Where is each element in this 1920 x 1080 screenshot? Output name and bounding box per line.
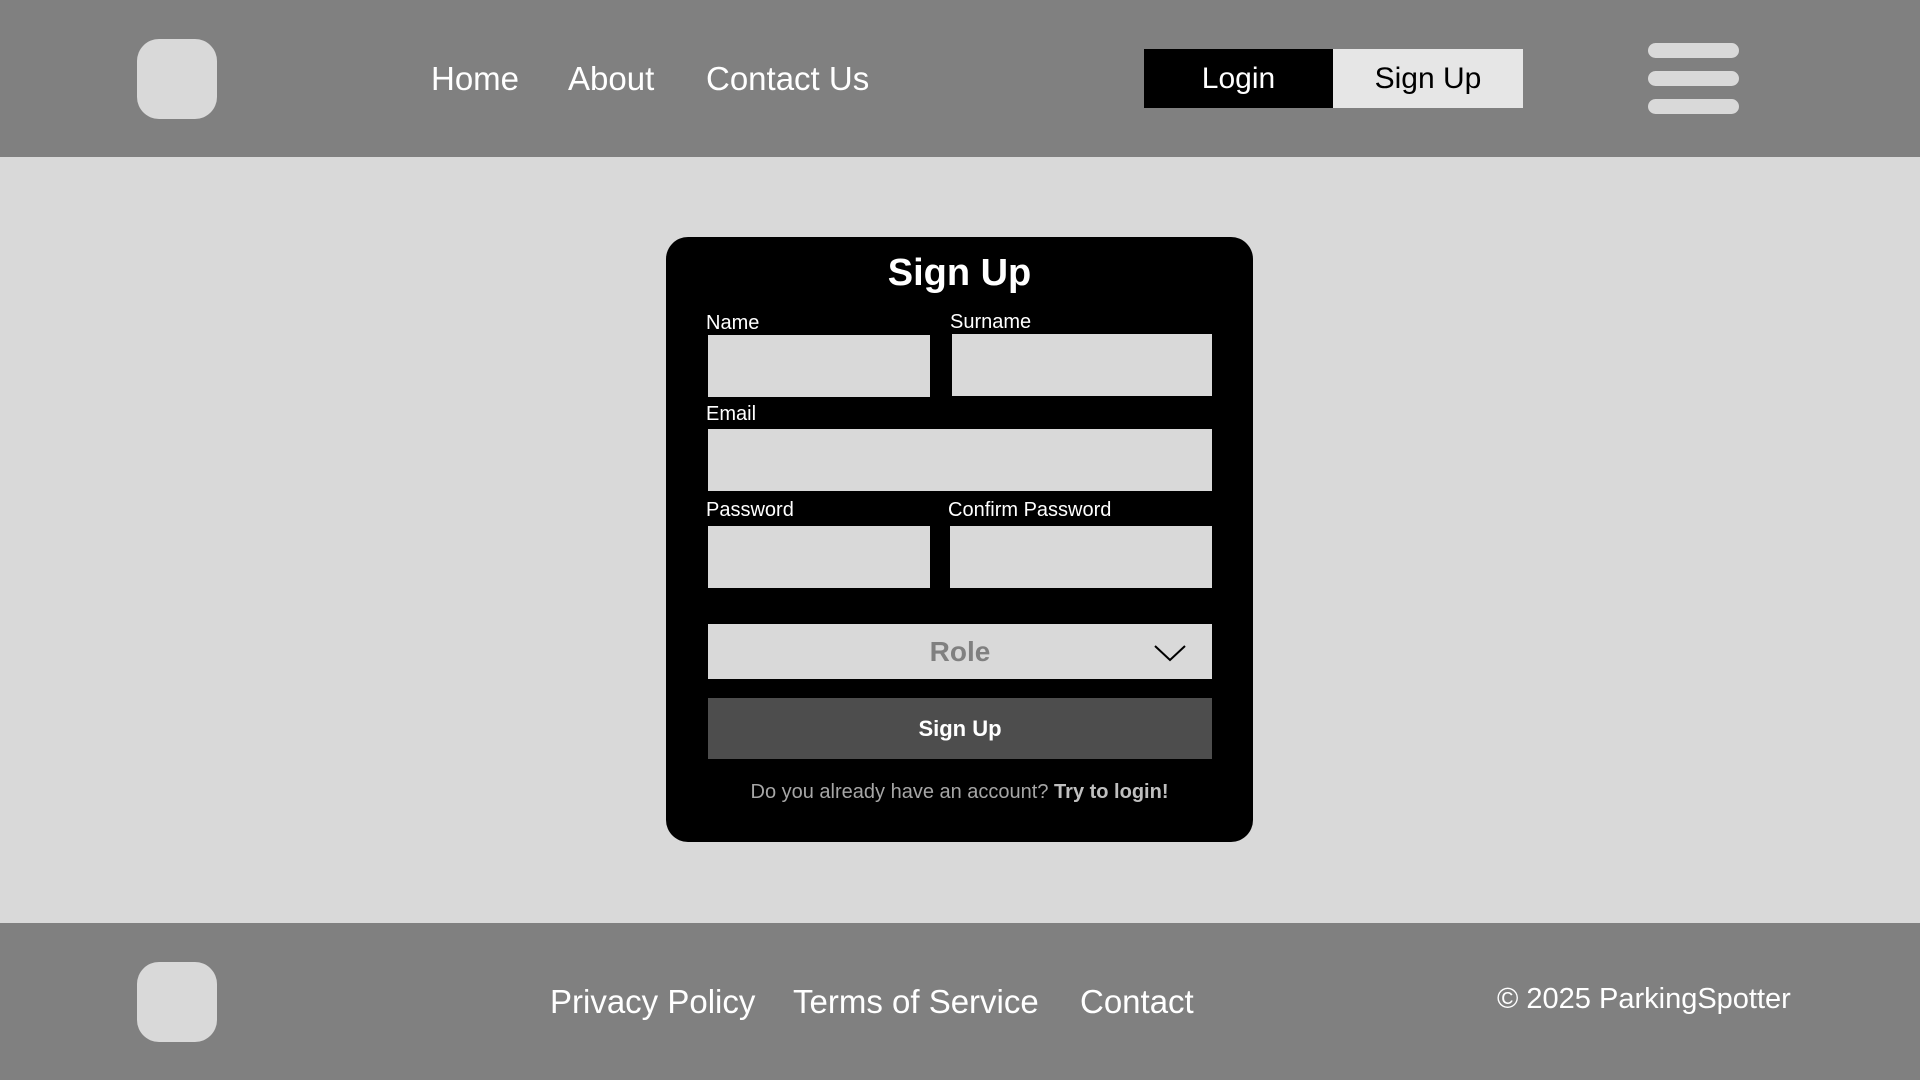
role-select[interactable]: Role: [708, 624, 1212, 679]
password-label: Password: [706, 499, 794, 521]
footer-logo[interactable]: [137, 962, 217, 1042]
password-input[interactable]: [708, 526, 930, 588]
copyright-text: © 2025 ParkingSpotter: [1497, 983, 1791, 1015]
surname-input[interactable]: [952, 334, 1212, 396]
login-prompt: Do you already have an account? Try to l…: [666, 781, 1253, 804]
name-label: Name: [706, 312, 760, 334]
logo[interactable]: [137, 39, 217, 119]
footer-link-terms-of-service[interactable]: Terms of Service: [793, 979, 1039, 1024]
email-label: Email: [706, 403, 757, 425]
hamburger-menu-icon[interactable]: [1648, 43, 1739, 114]
site-footer: Privacy Policy Terms of Service Contact …: [0, 923, 1920, 1080]
nav-link-home[interactable]: Home: [431, 56, 519, 101]
footer-link-privacy-policy[interactable]: Privacy Policy: [550, 979, 755, 1024]
confirm-password-input[interactable]: [950, 526, 1212, 588]
chevron-down-icon: [1154, 645, 1186, 662]
footer-link-contact[interactable]: Contact: [1080, 979, 1194, 1024]
login-prompt-text: Do you already have an account?: [750, 781, 1049, 803]
login-button[interactable]: Login: [1144, 49, 1333, 108]
role-select-placeholder: Role: [929, 636, 991, 667]
submit-signup-button[interactable]: Sign Up: [708, 698, 1212, 759]
signup-form-card: Sign Up Name Surname Email Password Conf…: [666, 237, 1253, 842]
name-input[interactable]: [708, 335, 930, 397]
surname-label: Surname: [950, 311, 1032, 333]
signup-button[interactable]: Sign Up: [1333, 49, 1523, 108]
form-title: Sign Up: [887, 252, 1032, 294]
nav-link-contact-us[interactable]: Contact Us: [706, 56, 869, 101]
nav-link-about[interactable]: About: [568, 56, 654, 101]
confirm-password-label: Confirm Password: [948, 499, 1112, 521]
login-link[interactable]: Try to login!: [1054, 781, 1168, 803]
email-input[interactable]: [708, 429, 1212, 491]
site-header: Home About Contact Us Login Sign Up: [0, 0, 1920, 157]
